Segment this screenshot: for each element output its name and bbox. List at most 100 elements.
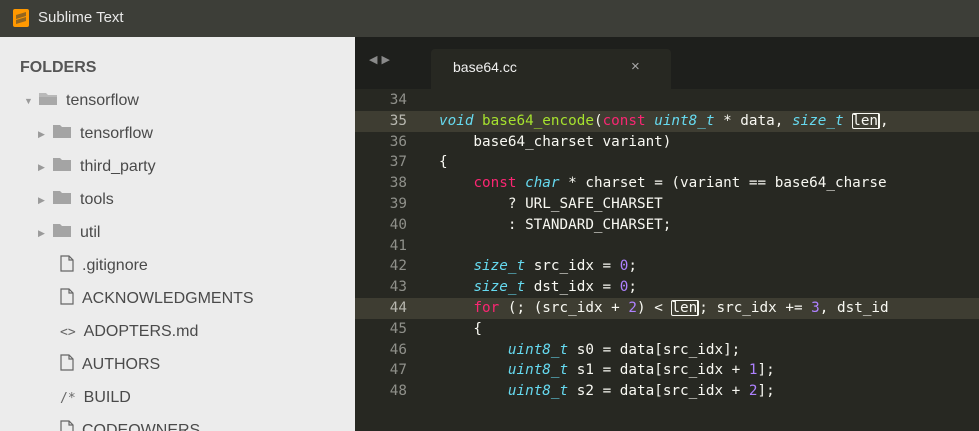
code-line-34[interactable]: 34 (355, 90, 979, 111)
token-text: ; (628, 279, 637, 296)
code-line-43[interactable]: 43 size_t dst_idx = 0; (355, 277, 979, 298)
title-bar: Sublime Text (0, 0, 979, 37)
sidebar: FOLDERS ▼ tensorflow ▶ tensorflow ▶ third_par… (0, 37, 355, 431)
code-line-36[interactable]: 36 base64_charset variant) (355, 132, 979, 153)
sidebar-item-util[interactable]: ▶ util (38, 217, 100, 249)
code-line-35[interactable]: 35 void base64_encode(const uint8_t * dat… (355, 110, 979, 132)
token-text: ]; (757, 362, 775, 379)
token-type: char (516, 175, 560, 192)
code-line-46[interactable]: 46 uint8_t s0 = data[src_idx]; (355, 340, 979, 361)
line-content: : STANDARD_CHARSET; (439, 215, 672, 236)
line-number: 45 (389, 320, 407, 337)
code-line-44[interactable]: 44 for (; (src_idx + 2) < len; src_idx +… (355, 297, 979, 319)
sidebar-item-adopters-md[interactable]: <> ADOPTERS.md (38, 316, 198, 348)
token-num: 2 (628, 299, 637, 316)
sidebar-item-tensorflow[interactable]: ▼ tensorflow (24, 85, 139, 117)
token-type: uint8_t (654, 112, 715, 129)
sidebar-item-label: tensorflow (66, 92, 139, 109)
folder-open-icon (38, 92, 58, 111)
sidebar-item-codeowners[interactable]: CODEOWNERS (38, 415, 200, 431)
sidebar-item-label: tensorflow (80, 125, 153, 142)
code-area[interactable]: 34 35 void base64_encode(const uint8_t * d… (355, 90, 979, 402)
token-text: s1 = data[src_idx + (568, 362, 749, 379)
sublime-logo-icon (13, 9, 29, 27)
sidebar-item-label: util (80, 224, 101, 241)
line-number: 48 (389, 383, 407, 400)
line-content: void base64_encode(const uint8_t * data,… (439, 111, 889, 132)
window-title: Sublime Text (38, 9, 124, 26)
token-kw: const (602, 112, 646, 129)
line-content: uint8_t s0 = data[src_idx]; (439, 340, 740, 361)
sidebar-item--gitignore[interactable]: .gitignore (38, 250, 148, 282)
line-number: 44 (389, 299, 407, 316)
line-number: 36 (389, 133, 407, 150)
close-tab-icon[interactable]: × (631, 58, 640, 75)
expand-arrow-icon[interactable]: ▶ (38, 195, 52, 206)
sidebar-item-tools[interactable]: ▶ tools (38, 184, 114, 216)
token-text: src_idx = (525, 258, 620, 275)
expand-arrow-icon[interactable]: ▶ (38, 228, 52, 239)
sidebar-item-label: tools (80, 191, 114, 208)
line-content: for (; (src_idx + 2) < len; src_idx += 3… (439, 298, 889, 319)
code-line-37[interactable]: 37 { (355, 152, 979, 173)
token-text: ? URL_SAFE_CHARSET (439, 195, 663, 212)
markup-file-icon: <> (60, 325, 76, 340)
code-line-47[interactable]: 47 uint8_t s1 = data[src_idx + 1]; (355, 360, 979, 381)
line-number: 35 (389, 112, 407, 129)
token-text: , (880, 112, 889, 129)
code-line-48[interactable]: 48 uint8_t s2 = data[src_idx + 2]; (355, 381, 979, 402)
sidebar-item-tensorflow[interactable]: ▶ tensorflow (38, 118, 153, 150)
token-text: s0 = data[src_idx]; (568, 341, 741, 358)
token-text: ) < (637, 299, 672, 316)
tab-nav-arrows-icon[interactable]: ◀▶ (369, 53, 394, 66)
sidebar-item-third-party[interactable]: ▶ third_party (38, 151, 156, 183)
code-line-45[interactable]: 45 { (355, 319, 979, 340)
sidebar-item-label: ACKNOWLEDGMENTS (82, 290, 254, 307)
token-kw: const (473, 175, 517, 192)
token-text: base64_charset variant) (439, 133, 672, 150)
file-icon (60, 288, 74, 310)
line-number: 34 (389, 92, 407, 108)
sidebar-item-authors[interactable]: AUTHORS (38, 349, 160, 381)
code-line-39[interactable]: 39 ? URL_SAFE_CHARSET (355, 194, 979, 215)
token-text: { (439, 320, 483, 337)
sidebar-item-build[interactable]: /* BUILD (38, 382, 131, 414)
token-text: ; src_idx += (699, 299, 812, 316)
token-text: s2 = data[src_idx + (568, 383, 749, 400)
line-number: 39 (389, 195, 407, 212)
editor-pane: ◀▶ base64.cc × 34 35 void base64_encode(co… (355, 37, 979, 431)
expand-arrow-icon[interactable]: ▶ (38, 129, 52, 140)
token-type: void (439, 112, 474, 129)
token-text: (; (src_idx + (499, 299, 629, 316)
code-line-41[interactable]: 41 (355, 236, 979, 257)
folder-icon (52, 223, 72, 243)
tab-base64-cc[interactable]: base64.cc × (431, 49, 671, 89)
token-text: { (439, 154, 448, 171)
sidebar-item-label: BUILD (83, 389, 131, 406)
expand-arrow-icon[interactable]: ▶ (38, 162, 52, 173)
sidebar-header: FOLDERS (20, 59, 97, 76)
code-line-42[interactable]: 42 size_t src_idx = 0; (355, 256, 979, 277)
code-line-38[interactable]: 38 const char * charset = (variant == ba… (355, 173, 979, 194)
code-line-40[interactable]: 40 : STANDARD_CHARSET; (355, 215, 979, 236)
sidebar-item-acknowledgments[interactable]: ACKNOWLEDGMENTS (38, 283, 254, 315)
token-text: ; (628, 258, 637, 275)
sidebar-item-label: .gitignore (82, 257, 148, 274)
collapse-arrow-icon[interactable]: ▼ (24, 96, 38, 106)
token-text: ( (593, 112, 603, 129)
token-type: uint8_t (507, 383, 569, 400)
line-number: 40 (389, 216, 407, 233)
token-num: 1 (748, 362, 758, 379)
sidebar-item-label: ADOPTERS.md (83, 323, 199, 340)
line-number: 42 (389, 258, 407, 275)
line-content: { (439, 152, 448, 173)
file-icon (60, 255, 74, 277)
token-text: * data, (714, 112, 792, 129)
